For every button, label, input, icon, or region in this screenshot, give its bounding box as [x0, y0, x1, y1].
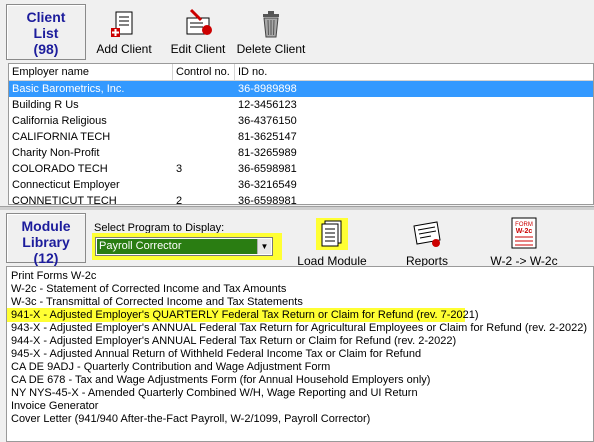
id-no-cell: 81-3265989: [238, 147, 297, 159]
module-count: (12): [33, 250, 59, 266]
control-no-cell: 3: [176, 163, 183, 175]
list-item[interactable]: W-3c - Transmittal of Corrected Income a…: [11, 296, 303, 309]
id-no-cell: 36-8989898: [238, 83, 297, 95]
trash-icon: [263, 11, 279, 38]
form-w2c-icon-text-line2: W-2c: [516, 228, 533, 235]
list-item[interactable]: NY NYS-45-X - Amended Quarterly Combined…: [11, 387, 418, 400]
edit-client-button[interactable]: Edit Client: [168, 6, 228, 56]
delete-client-button[interactable]: Delete Client: [236, 6, 306, 56]
edit-client-icon: [186, 8, 212, 35]
add-client-button[interactable]: Add Client: [93, 6, 155, 56]
table-row[interactable]: Charity Non-Profit 81-3265989: [9, 145, 593, 161]
id-no-cell: 36-3216549: [238, 179, 297, 191]
list-item[interactable]: CA DE 678 - Tax and Wage Adjustments For…: [11, 374, 430, 387]
employer-name-cell: COLORADO TECH: [12, 163, 108, 175]
list-item[interactable]: 943-X - Adjusted Employer's ANNUAL Feder…: [11, 322, 587, 335]
employer-name-cell: CALIFORNIA TECH: [12, 131, 111, 143]
employer-name-cell: Charity Non-Profit: [12, 147, 100, 159]
program-select-value: Payroll Corrector: [97, 239, 258, 254]
table-row[interactable]: Connecticut Employer 36-3216549: [9, 177, 593, 193]
list-item[interactable]: W-2c - Statement of Corrected Income and…: [11, 283, 286, 296]
form-w2c-icon: FORM W-2c: [511, 217, 537, 249]
list-item[interactable]: Print Forms W-2c: [11, 270, 96, 283]
list-item[interactable]: Cover Letter (941/940 After-the-Fact Pay…: [11, 413, 370, 426]
list-item[interactable]: 945-X - Adjusted Annual Return of Withhe…: [11, 348, 421, 361]
load-module-icon: [316, 218, 348, 250]
client-list-title-line2: List: [33, 25, 59, 41]
column-header-employer-name[interactable]: Employer name: [9, 64, 173, 81]
list-item[interactable]: 944-X - Adjusted Employer's ANNUAL Feder…: [11, 335, 456, 348]
list-item[interactable]: 941-X - Adjusted Employer's QUARTERLY Fe…: [11, 309, 479, 322]
module-library-title-line1: Module: [21, 218, 71, 234]
employer-name-cell: Connecticut Employer: [12, 179, 120, 191]
list-item[interactable]: CA DE 9ADJ - Quarterly Contribution and …: [11, 361, 330, 374]
column-header-id-no[interactable]: ID no.: [235, 64, 593, 81]
client-list-title-line1: Client: [26, 9, 66, 25]
panel-splitter[interactable]: [0, 206, 594, 210]
add-client-label: Add Client: [96, 42, 152, 56]
id-no-cell: 36-6598981: [238, 163, 297, 175]
control-no-cell: 2: [176, 195, 183, 205]
table-row[interactable]: Building R Us 12-3456123: [9, 97, 593, 113]
client-list-button[interactable]: Client List (98): [6, 4, 86, 60]
table-row[interactable]: COLORADO TECH 3 36-6598981: [9, 161, 593, 177]
id-no-cell: 12-3456123: [238, 99, 297, 111]
w2-to-w2c-button[interactable]: FORM W-2c W-2 -> W-2c: [484, 216, 564, 268]
table-row[interactable]: CONNETICUT TECH 2 36-6598981: [9, 193, 593, 205]
employer-name-cell: CONNETICUT TECH: [12, 195, 117, 205]
table-row[interactable]: Basic Barometrics, Inc. 36-8989898: [9, 81, 593, 97]
reports-button[interactable]: Reports: [398, 216, 456, 268]
id-no-cell: 36-4376150: [238, 115, 297, 127]
reports-icon: [413, 221, 441, 247]
add-client-icon: [111, 11, 133, 37]
client-list-header: Employer name Control no. ID no.: [9, 64, 593, 81]
list-item[interactable]: Invoice Generator: [11, 400, 98, 413]
delete-client-label: Delete Client: [236, 42, 306, 56]
client-list[interactable]: Employer name Control no. ID no. Basic B…: [8, 63, 594, 205]
employer-name-cell: California Religious: [12, 115, 107, 127]
client-toolbar-panel: Client List (98) Add Client Edit Client: [0, 0, 594, 62]
module-library-title-line2: Library: [22, 234, 70, 250]
employer-name-cell: Building R Us: [12, 99, 79, 111]
table-row[interactable]: California Religious 36-4376150: [9, 113, 593, 129]
module-list[interactable]: Print Forms W-2c W-2c - Statement of Cor…: [6, 266, 594, 442]
employer-name-cell: Basic Barometrics, Inc.: [12, 83, 125, 95]
id-no-cell: 36-6598981: [238, 195, 297, 205]
edit-client-label: Edit Client: [170, 42, 226, 56]
id-no-cell: 81-3625147: [238, 131, 297, 143]
module-library-button[interactable]: Module Library (12): [6, 213, 86, 266]
chevron-down-icon[interactable]: ▼: [257, 239, 271, 254]
program-select-dropdown[interactable]: Payroll Corrector ▼: [95, 237, 273, 256]
column-header-control-no[interactable]: Control no.: [173, 64, 235, 81]
table-row[interactable]: CALIFORNIA TECH 81-3625147: [9, 129, 593, 145]
client-count: (98): [33, 41, 59, 57]
load-module-button[interactable]: Load Module: [296, 216, 368, 268]
